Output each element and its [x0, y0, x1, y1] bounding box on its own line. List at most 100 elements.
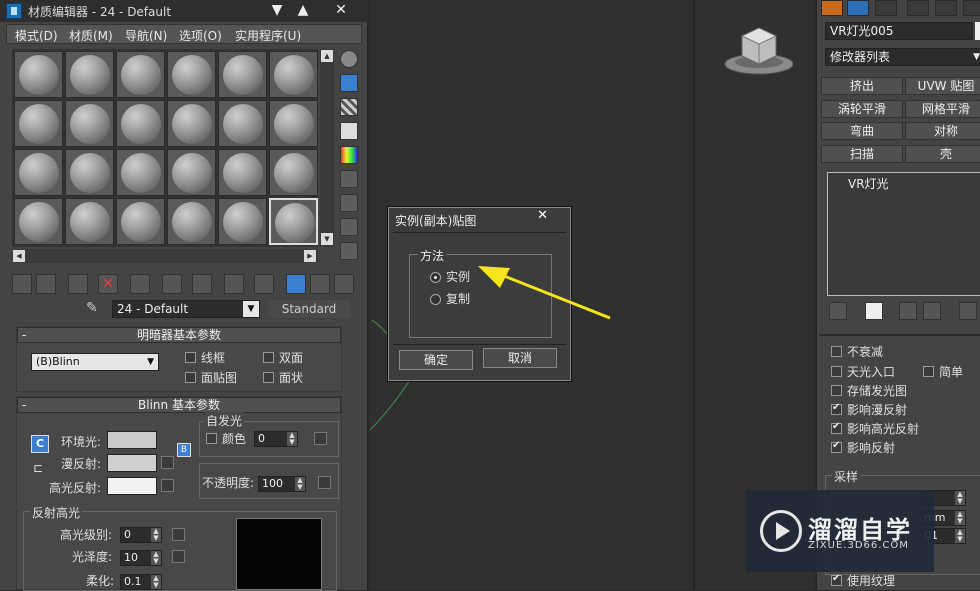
shell-button[interactable]: 壳 [905, 145, 980, 163]
go-forward-sibling-icon[interactable] [334, 274, 354, 294]
scroll-down-icon[interactable]: ▼ [321, 233, 333, 245]
copy-radio[interactable] [430, 294, 441, 305]
pin-stack-icon[interactable] [829, 302, 847, 320]
create-tab-icon[interactable] [821, 0, 843, 16]
sample-uv-tiling-icon[interactable] [340, 122, 358, 140]
video-color-check-icon[interactable] [340, 146, 358, 164]
lock-ambient-diffuse-icon[interactable]: C [31, 435, 49, 453]
close-icon[interactable]: ✕ [537, 208, 548, 223]
specular-level-map-button[interactable] [172, 528, 185, 541]
utilities-tab-icon[interactable] [963, 0, 980, 16]
background-checker-icon[interactable] [340, 98, 358, 116]
put-to-library-icon[interactable] [192, 274, 212, 294]
show-end-result-icon[interactable] [286, 274, 306, 294]
slot-horizontal-scrollbar[interactable]: ◀ ▶ [12, 249, 318, 263]
material-name-field[interactable]: 24 - Default ▼ [112, 300, 260, 318]
chevron-down-icon[interactable]: ▼ [243, 301, 259, 317]
slot-vertical-scrollbar[interactable]: ▲ ▼ [320, 49, 334, 247]
rollout-header[interactable]: - Blinn 基本参数 [17, 397, 341, 413]
material-slot[interactable] [269, 51, 318, 98]
symmetry-button[interactable]: 对称 [905, 122, 980, 140]
hierarchy-tab-icon[interactable] [875, 0, 897, 16]
reset-map-icon[interactable]: ✕ [98, 274, 118, 294]
material-slot[interactable] [14, 149, 63, 196]
copy-label[interactable]: 复制 [446, 290, 470, 307]
material-slot[interactable] [116, 149, 165, 196]
stack-item-vray-light[interactable]: VR灯光 [848, 175, 889, 192]
material-slot[interactable] [218, 149, 267, 196]
material-slot[interactable] [269, 198, 318, 245]
collapse-button[interactable]: ▼ [266, 0, 288, 22]
face-map-checkbox[interactable] [185, 372, 196, 383]
put-to-scene-icon[interactable] [36, 274, 56, 294]
material-slot[interactable] [218, 198, 267, 245]
backlight-icon[interactable] [340, 74, 358, 92]
map-link-icon[interactable]: B [177, 443, 191, 457]
assign-to-selection-icon[interactable] [68, 274, 88, 294]
show-end-result-icon[interactable] [865, 302, 883, 320]
scroll-right-icon[interactable]: ▶ [304, 250, 316, 262]
material-slot[interactable] [65, 149, 114, 196]
material-slot[interactable] [116, 100, 165, 147]
material-slot[interactable] [14, 51, 63, 98]
wire-checkbox[interactable] [185, 352, 196, 363]
copy-material-icon[interactable] [130, 274, 150, 294]
store-irradiance-checkbox[interactable] [831, 385, 842, 396]
cancel-button[interactable]: 取消 [483, 348, 557, 368]
scroll-left-icon[interactable]: ◀ [13, 250, 25, 262]
skylight-portal-checkbox[interactable] [831, 366, 842, 377]
viewcube-icon[interactable] [722, 18, 796, 78]
make-unique-icon[interactable] [899, 302, 917, 320]
opacity-map-button[interactable] [318, 476, 331, 489]
opacity-spinner[interactable]: 100 ▲ ▼ [258, 476, 306, 492]
menu-mode[interactable]: 模式(D) [15, 27, 58, 44]
object-color-swatch[interactable] [975, 22, 980, 40]
instance-radio[interactable] [430, 272, 441, 283]
bend-button[interactable]: 弯曲 [821, 122, 903, 140]
simple-checkbox[interactable] [923, 366, 934, 377]
menu-material[interactable]: 材质(M) [69, 27, 113, 44]
options-icon[interactable] [340, 194, 358, 212]
material-slot[interactable] [116, 51, 165, 98]
glossiness-map-button[interactable] [172, 550, 185, 563]
ambient-color-swatch[interactable] [107, 431, 157, 449]
material-slot[interactable] [167, 149, 216, 196]
modifier-stack-list[interactable]: VR灯光 [827, 172, 980, 296]
make-preview-icon[interactable] [340, 170, 358, 188]
two-sided-checkbox[interactable] [263, 352, 274, 363]
remove-modifier-icon[interactable] [923, 302, 941, 320]
material-id-channel-icon[interactable] [224, 274, 244, 294]
specular-map-button[interactable] [161, 479, 174, 492]
affect-diffuse-checkbox[interactable] [831, 402, 842, 415]
object-name-field[interactable]: VR灯光005 [825, 22, 973, 40]
self-illum-map-button[interactable] [314, 432, 327, 445]
lock-diffuse-specular-icon[interactable]: ⊏ [33, 461, 47, 477]
affect-specular-checkbox[interactable] [831, 421, 842, 434]
get-material-icon[interactable] [12, 274, 32, 294]
menu-options[interactable]: 选项(O) [179, 27, 222, 44]
ok-button[interactable]: 确定 [399, 350, 473, 370]
make-unique-icon[interactable] [162, 274, 182, 294]
no-decay-checkbox[interactable] [831, 346, 842, 357]
material-slot[interactable] [14, 198, 63, 245]
material-slot[interactable] [65, 198, 114, 245]
modify-tab-icon[interactable] [847, 0, 869, 16]
material-slot[interactable] [218, 100, 267, 147]
menu-utilities[interactable]: 实用程序(U) [235, 27, 301, 44]
material-slot[interactable] [269, 149, 318, 196]
self-illum-color-checkbox[interactable] [206, 433, 217, 444]
eyedropper-icon[interactable]: ✎ [86, 300, 106, 318]
material-slot[interactable] [167, 51, 216, 98]
motion-tab-icon[interactable] [907, 0, 929, 16]
close-button[interactable]: ✕ [330, 0, 352, 22]
sample-type-icon[interactable] [340, 50, 358, 68]
extrude-button[interactable]: 挤出 [821, 77, 903, 95]
material-type-button[interactable]: Standard [268, 300, 350, 318]
shader-type-select[interactable]: (B)Blinn ▼ [31, 353, 159, 371]
rollout-header[interactable]: - 明暗器基本参数 [17, 327, 341, 343]
sweep-button[interactable]: 扫描 [821, 145, 903, 163]
diffuse-map-button[interactable] [161, 456, 174, 469]
self-illum-value-spinner[interactable]: 0 ▲ ▼ [254, 431, 298, 447]
diffuse-color-swatch[interactable] [107, 454, 157, 472]
uvw-map-button[interactable]: UVW 贴图 [905, 77, 980, 95]
